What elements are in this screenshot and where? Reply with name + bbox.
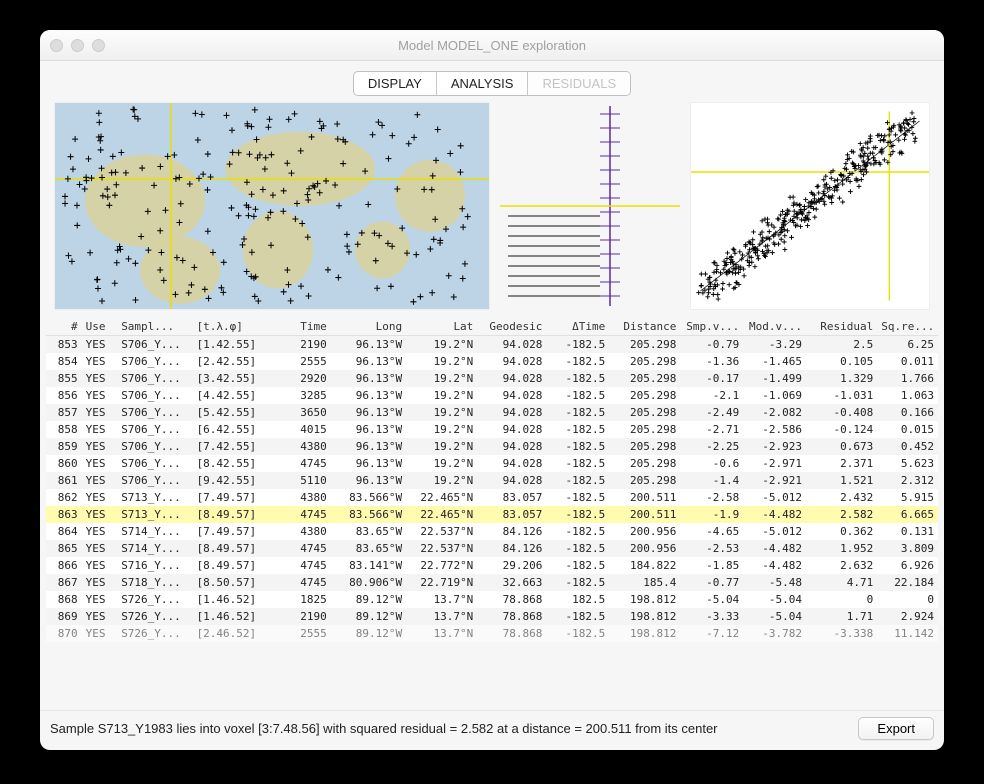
tab-bar: DISPLAY ANALYSIS RESIDUALS <box>40 61 944 102</box>
table-row[interactable]: 866YESS716_Y...[8.49.57]474583.141°W22.7… <box>46 557 938 574</box>
residual-strip-plot[interactable] <box>500 102 680 310</box>
table-row[interactable]: 868YESS726_Y...[1.46.52]182589.12°W13.7°… <box>46 591 938 608</box>
table-row[interactable]: 867YESS718_Y...[8.50.57]474580.906°W22.7… <box>46 574 938 591</box>
table-row[interactable]: 870YESS726_Y...[2.46.52]255589.12°W13.7°… <box>46 625 938 642</box>
close-icon[interactable] <box>50 39 63 52</box>
table-row[interactable]: 863YESS713_Y...[8.49.57]474583.566°W22.4… <box>46 506 938 523</box>
table-row[interactable]: 861YESS706_Y...[9.42.55]511096.13°W19.2°… <box>46 472 938 489</box>
table-row[interactable]: 869YESS726_Y...[1.46.52]219089.12°W13.7°… <box>46 608 938 625</box>
app-window: Model MODEL_ONE exploration DISPLAY ANAL… <box>40 30 944 750</box>
column-header[interactable]: # <box>46 318 82 336</box>
column-header[interactable]: Use <box>82 318 118 336</box>
table-row[interactable]: 853YESS706_Y...[1.42.55]219096.13°W19.2°… <box>46 336 938 354</box>
tab-analysis[interactable]: ANALYSIS <box>437 72 529 95</box>
table-row[interactable]: 857YESS706_Y...[5.42.55]365096.13°W19.2°… <box>46 404 938 421</box>
segmented-tabs: DISPLAY ANALYSIS RESIDUALS <box>353 71 631 96</box>
table-row[interactable]: 854YESS706_Y...[2.42.55]255596.13°W19.2°… <box>46 353 938 370</box>
zoom-icon[interactable] <box>92 39 105 52</box>
tab-display[interactable]: DISPLAY <box>354 72 437 95</box>
plots-row <box>40 102 944 318</box>
titlebar: Model MODEL_ONE exploration <box>40 30 944 61</box>
scatter-plot[interactable] <box>690 102 930 310</box>
table-row[interactable]: 860YESS706_Y...[8.42.55]474596.13°W19.2°… <box>46 455 938 472</box>
status-bar: Sample S713_Y1983 lies into voxel [3:7.4… <box>40 710 944 750</box>
column-header[interactable]: ΔTime <box>546 318 609 336</box>
column-header[interactable]: Long <box>331 318 406 336</box>
column-header[interactable]: Geodesic <box>477 318 546 336</box>
column-header[interactable]: Time <box>272 318 331 336</box>
column-header[interactable]: Distance <box>609 318 680 336</box>
column-header[interactable]: Mod.v... <box>743 318 806 336</box>
table-row[interactable]: 856YESS706_Y...[4.42.55]328596.13°W19.2°… <box>46 387 938 404</box>
traffic-lights <box>50 39 105 52</box>
column-header[interactable]: Lat <box>406 318 477 336</box>
tab-residuals[interactable]: RESIDUALS <box>528 72 630 95</box>
column-header[interactable]: Sampl... <box>117 318 192 336</box>
data-table[interactable]: #UseSampl...[t.λ.φ]TimeLongLatGeodesicΔT… <box>46 318 938 642</box>
column-header[interactable]: Residual <box>806 318 877 336</box>
data-table-wrap: #UseSampl...[t.λ.φ]TimeLongLatGeodesicΔT… <box>40 318 944 710</box>
export-button[interactable]: Export <box>858 717 934 740</box>
table-row[interactable]: 862YESS713_Y...[7.49.57]438083.566°W22.4… <box>46 489 938 506</box>
table-row[interactable]: 864YESS714_Y...[7.49.57]438083.65°W22.53… <box>46 523 938 540</box>
table-row[interactable]: 859YESS706_Y...[7.42.55]438096.13°W19.2°… <box>46 438 938 455</box>
table-row[interactable]: 865YESS714_Y...[8.49.57]474583.65°W22.53… <box>46 540 938 557</box>
world-map-plot[interactable] <box>54 102 490 310</box>
column-header[interactable]: Smp.v... <box>680 318 743 336</box>
table-row[interactable]: 858YESS706_Y...[6.42.55]401596.13°W19.2°… <box>46 421 938 438</box>
status-text: Sample S713_Y1983 lies into voxel [3:7.4… <box>50 721 848 736</box>
column-header[interactable]: Sq.re... <box>877 318 938 336</box>
window-title: Model MODEL_ONE exploration <box>398 38 586 53</box>
table-row[interactable]: 855YESS706_Y...[3.42.55]292096.13°W19.2°… <box>46 370 938 387</box>
minimize-icon[interactable] <box>71 39 84 52</box>
column-header[interactable]: [t.λ.φ] <box>193 318 273 336</box>
